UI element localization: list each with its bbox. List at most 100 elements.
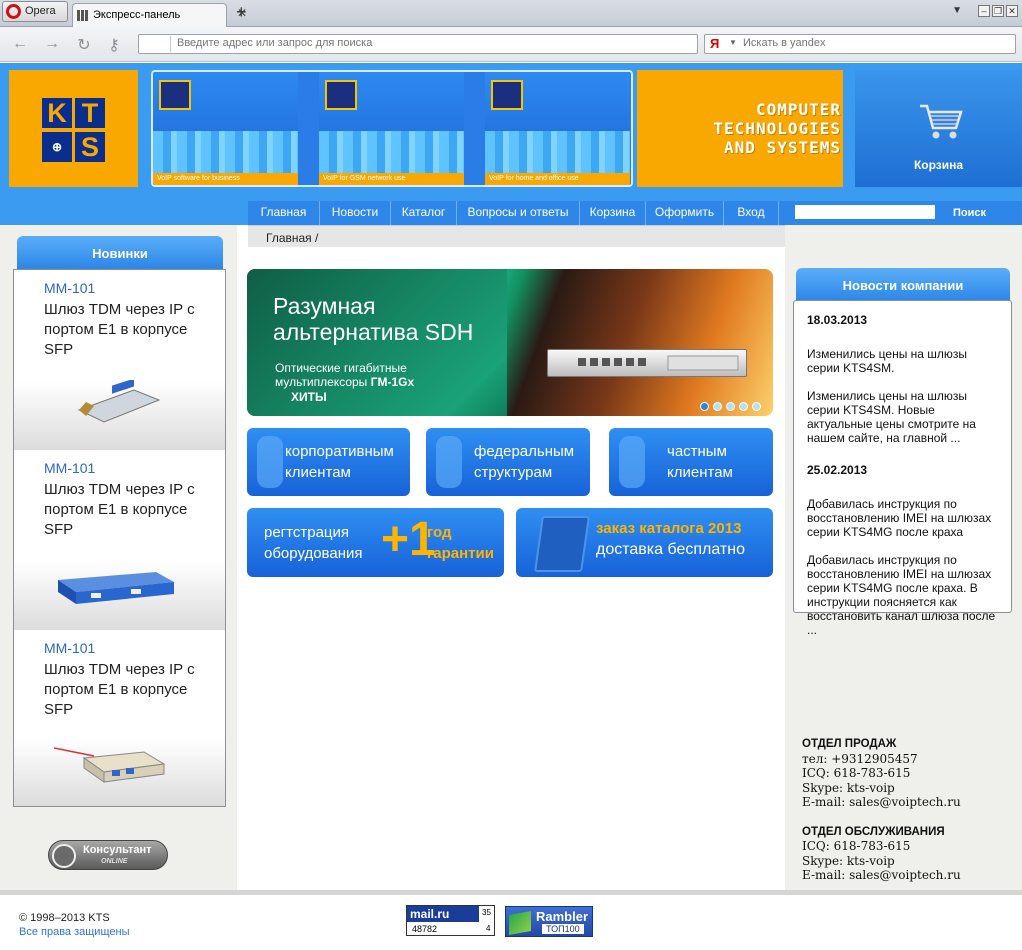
slider-dot[interactable] — [752, 402, 761, 411]
tab-list-icon[interactable]: ▼ — [952, 5, 962, 16]
news-date: 25.02.2013 — [807, 463, 868, 477]
promo-slider[interactable]: Разумная альтернатива SDH Оптические гиг… — [247, 269, 773, 416]
contact-email[interactable]: E-mail: sales@voiptech.ru — [802, 868, 961, 883]
product-card[interactable]: MM-101 Шлюз TDM через IP с портом E1 в к… — [14, 450, 225, 630]
left-sidebar: Новинки MM-101 Шлюз TDM через IP с порто… — [0, 225, 237, 890]
browser-search-bar[interactable]: Я ▼ — [704, 34, 1016, 54]
person-icon — [619, 436, 645, 488]
banner-caption: VoIP software for business — [153, 173, 298, 185]
mailru-logo: mail.ru — [407, 906, 479, 922]
breadcrumb-home[interactable]: Главная / — [266, 231, 318, 245]
browser-search-input[interactable] — [743, 37, 1003, 49]
slogan-line: COMPUTER — [755, 100, 841, 119]
registration-warranty-button[interactable]: регтстрация оборудования +1 год гарантии — [247, 508, 504, 577]
chevron-down-icon[interactable]: ▼ — [729, 38, 737, 47]
product-title[interactable]: MM-101 — [44, 640, 95, 656]
person-icon — [257, 436, 283, 488]
contact-line: ICQ: 618-783-615 — [802, 766, 911, 780]
city-graphic — [485, 131, 630, 173]
banner-caption: VoIP for GSM network use — [319, 173, 464, 185]
menu-item-checkout[interactable]: Оформить — [646, 201, 724, 225]
software-icon — [159, 80, 191, 110]
menu-item-news[interactable]: Новости — [320, 201, 391, 225]
mailru-counter[interactable]: mail.ru 35 48782 4 — [406, 905, 495, 936]
tab-speed-dial[interactable]: Экспресс-панель — [72, 3, 227, 27]
news-text[interactable]: Изменились цены на шлюзы серии KTS4SM. Н… — [807, 389, 999, 445]
consultant-online-button[interactable]: Консультант ONLINE — [48, 840, 168, 870]
new-items-box: MM-101 Шлюз TDM через IP с портом E1 в к… — [13, 269, 226, 807]
corporate-clients-button[interactable]: корпоративным клиентам — [247, 428, 410, 496]
slider-dot[interactable] — [739, 402, 748, 411]
menu-item-cart[interactable]: Корзина — [580, 201, 646, 225]
registration-text: регтстрация оборудования — [264, 524, 363, 562]
main-menu: Главная Новости Каталог Вопросы и ответы… — [248, 201, 1022, 225]
opera-menu-button[interactable]: Opera — [2, 1, 68, 22]
mailru-top-value: 35 — [482, 908, 491, 917]
menu-item-faq[interactable]: Вопросы и ответы — [457, 201, 580, 225]
main-content: Разумная альтернатива SDH Оптические гиг… — [237, 247, 785, 890]
device-ports — [578, 355, 739, 371]
news-text[interactable]: Изменились цены на шлюзы серии KTS4SM. — [807, 347, 999, 375]
address-input[interactable] — [177, 37, 677, 49]
speed-dial-icon — [77, 10, 88, 21]
consultant-status: ONLINE — [101, 858, 128, 865]
sfp-module-image[interactable] — [74, 380, 164, 425]
kts-logo[interactable]: K T ⊕ S — [9, 70, 138, 187]
yandex-icon[interactable]: Я — [710, 36, 719, 51]
restore-icon[interactable]: ❐ — [992, 5, 1004, 17]
slider-dot[interactable] — [700, 402, 709, 411]
news-text[interactable]: Добавилась инструкция по восстановлению … — [807, 497, 999, 539]
menu-item-login[interactable]: Вход — [724, 201, 779, 225]
back-icon[interactable]: ← — [10, 35, 30, 53]
warranty-year: год гарантии — [427, 524, 494, 562]
slider-model: ГМ-1Gx — [370, 375, 415, 389]
banner-panel-gsm[interactable]: VoIP for GSM network use — [319, 72, 464, 185]
phone-icon — [325, 80, 357, 110]
product-title[interactable]: MM-101 — [44, 460, 95, 476]
key-icon[interactable]: ⚷ — [104, 35, 124, 55]
new-tab-icon[interactable]: + — [236, 2, 247, 23]
catalog-order-button[interactable]: заказ каталога 2013 доставка бесплатно — [516, 508, 773, 577]
news-date: 18.03.2013 — [807, 313, 868, 327]
page: K T ⊕ S VoIP software for business VoIP … — [0, 63, 1022, 950]
news-text[interactable]: Добавилась инструкция по восстановлению … — [807, 553, 999, 637]
multiplexer-image[interactable] — [54, 740, 169, 785]
logo-letter-k: K — [42, 98, 72, 128]
slider-dot[interactable] — [713, 402, 722, 411]
federal-structures-button[interactable]: федеральным структурам — [426, 428, 590, 496]
rights-reserved-link[interactable]: Все права защищены — [19, 926, 129, 938]
mailru-visits: 48782 — [412, 924, 438, 934]
minimize-icon[interactable]: – — [978, 5, 990, 17]
site-search-input[interactable] — [795, 205, 935, 219]
private-clients-button[interactable]: частным клиентам — [609, 428, 773, 496]
logo-globe-icon: ⊕ — [42, 132, 72, 162]
news-box: 18.03.2013 Изменились цены на шлюзы сери… — [793, 300, 1012, 637]
slider-dot[interactable] — [726, 402, 735, 411]
product-card[interactable]: MM-101 Шлюз TDM через IP с портом E1 в к… — [14, 630, 225, 806]
logo-letter-s: S — [75, 132, 105, 162]
address-bar[interactable] — [138, 34, 698, 54]
site-search-button[interactable]: Поиск — [953, 203, 986, 223]
service-dept-title: ОТДЕЛ ОБСЛУЖИВАНИЯ — [802, 825, 945, 838]
slider-subtitle: Оптические гигабитные мультиплексоры ГМ-… — [275, 361, 475, 389]
product-desc: Шлюз TDM через IP с портом E1 в корпусе … — [44, 481, 195, 538]
close-window-icon[interactable]: ✕ — [1006, 5, 1018, 17]
menu-item-home[interactable]: Главная — [248, 201, 320, 225]
city-graphic — [319, 131, 464, 173]
product-title[interactable]: MM-101 — [44, 280, 95, 296]
site-info-icon[interactable] — [141, 36, 171, 52]
gateway-box-image[interactable] — [56, 560, 176, 605]
rambler-top100-badge[interactable]: Rambler ТОП100 — [505, 906, 593, 937]
product-card[interactable]: MM-101 Шлюз TDM через IP с портом E1 в к… — [14, 270, 225, 450]
cart-button[interactable]: Корзина — [855, 70, 1022, 187]
menu-item-catalog[interactable]: Каталог — [391, 201, 457, 225]
sales-dept-title: ОТДЕЛ ПРОДАЖ — [802, 738, 897, 750]
reload-icon[interactable]: ↻ — [74, 35, 94, 55]
company-news-title: Новости компании — [796, 268, 1010, 301]
banner-panel-business[interactable]: VoIP software for business — [153, 72, 298, 185]
contact-line: Skype: kts-voip — [802, 780, 895, 795]
site-footer: © 1998–2013 KTS Все права защищены mail.… — [0, 890, 1022, 950]
forward-icon[interactable]: → — [42, 35, 62, 53]
contact-email[interactable]: E-mail: sales@voiptech.ru — [802, 795, 961, 810]
banner-panel-home[interactable]: VoIP for home and office use — [485, 72, 630, 185]
